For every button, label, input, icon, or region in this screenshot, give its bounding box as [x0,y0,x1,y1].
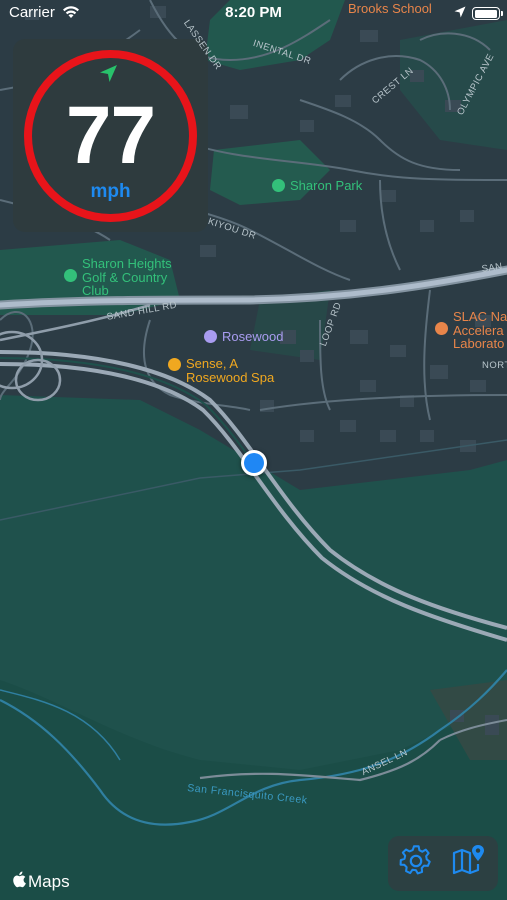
speedometer-card[interactable]: 77 mph [13,39,208,232]
poi-marker-icon[interactable] [272,179,285,192]
attribution-label: Maps [28,872,70,891]
screen: Carrier 8:20 PM 77 mph Brooks School Shar… [0,0,507,900]
poi-marker-icon[interactable] [435,322,448,335]
location-arrow-icon [454,5,466,22]
poi-label[interactable]: Sense, A Rosewood Spa [186,357,274,384]
poi-label[interactable]: Sharon Park [290,179,362,193]
location-arrow-icon [99,63,119,88]
apple-logo-icon [12,871,26,893]
poi-label[interactable]: Brooks School [348,2,432,16]
settings-button[interactable] [396,843,436,883]
poi-label[interactable]: Rosewood [222,330,283,344]
poi-label[interactable]: SLAC Na Accelera Laborato [453,310,507,351]
status-right-cluster [454,5,503,22]
battery-icon [472,7,503,20]
poi-label[interactable]: Sharon Heights Golf & Country Club [82,257,172,298]
map-button[interactable] [449,843,489,883]
gear-icon [399,844,433,883]
battery-level [474,9,497,18]
street-label: NORT [482,360,507,371]
poi-marker-icon[interactable] [64,269,77,282]
map-pin-icon [451,843,487,884]
map-controls [388,836,498,891]
maps-attribution[interactable]: Maps [12,871,70,893]
poi-marker-icon[interactable] [168,358,181,371]
speed-unit: mph [90,181,131,202]
user-location-dot[interactable] [241,450,267,476]
poi-marker-icon[interactable] [204,330,217,343]
speed-value: 77 [65,90,156,181]
